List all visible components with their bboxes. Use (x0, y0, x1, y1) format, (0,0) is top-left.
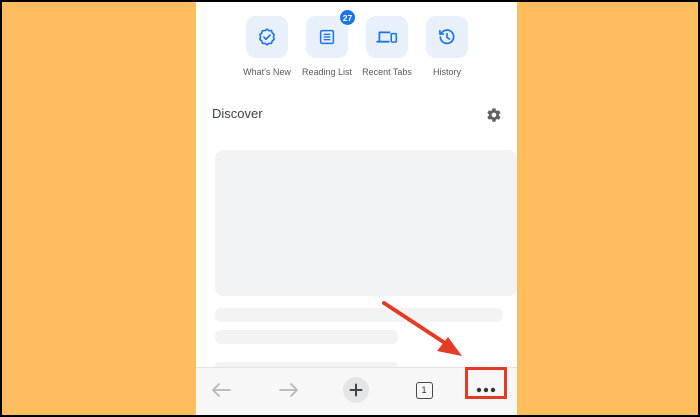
plus-icon-circle (343, 377, 369, 403)
forward-arrow-icon (279, 383, 298, 397)
shortcut-history[interactable]: History (411, 16, 483, 77)
devices-icon (376, 31, 398, 43)
badge-check-icon (259, 28, 275, 46)
back-button[interactable] (205, 374, 237, 406)
whats-new-tile[interactable] (246, 16, 288, 58)
new-tab-button[interactable] (340, 374, 372, 406)
discover-title: Discover (212, 106, 263, 121)
skeleton-line (215, 308, 503, 322)
browser-new-tab-page: What's New 27 Reading List Recent Tabs H… (196, 2, 517, 415)
recent-tabs-tile[interactable] (366, 16, 408, 58)
screenshot-frame: What's New 27 Reading List Recent Tabs H… (2, 2, 698, 415)
bottom-toolbar: 1 (196, 367, 517, 415)
reading-list-icon (319, 29, 335, 45)
plus-icon (349, 383, 363, 397)
tab-count-icon: 1 (415, 381, 433, 399)
discover-card-placeholder (215, 150, 517, 296)
tab-switcher-button[interactable]: 1 (408, 374, 440, 406)
skeleton-line (215, 330, 398, 344)
history-tile[interactable] (426, 16, 468, 58)
back-arrow-icon (212, 383, 231, 397)
gear-icon[interactable] (486, 107, 502, 123)
reading-list-tile[interactable]: 27 (306, 9, 356, 58)
shortcut-label: History (432, 67, 461, 77)
forward-button[interactable] (273, 374, 305, 406)
more-dots-icon (476, 387, 496, 393)
history-icon (439, 29, 455, 45)
more-menu-button[interactable] (470, 374, 502, 406)
shortcuts-row: What's New 27 Reading List Recent Tabs H… (196, 9, 517, 86)
